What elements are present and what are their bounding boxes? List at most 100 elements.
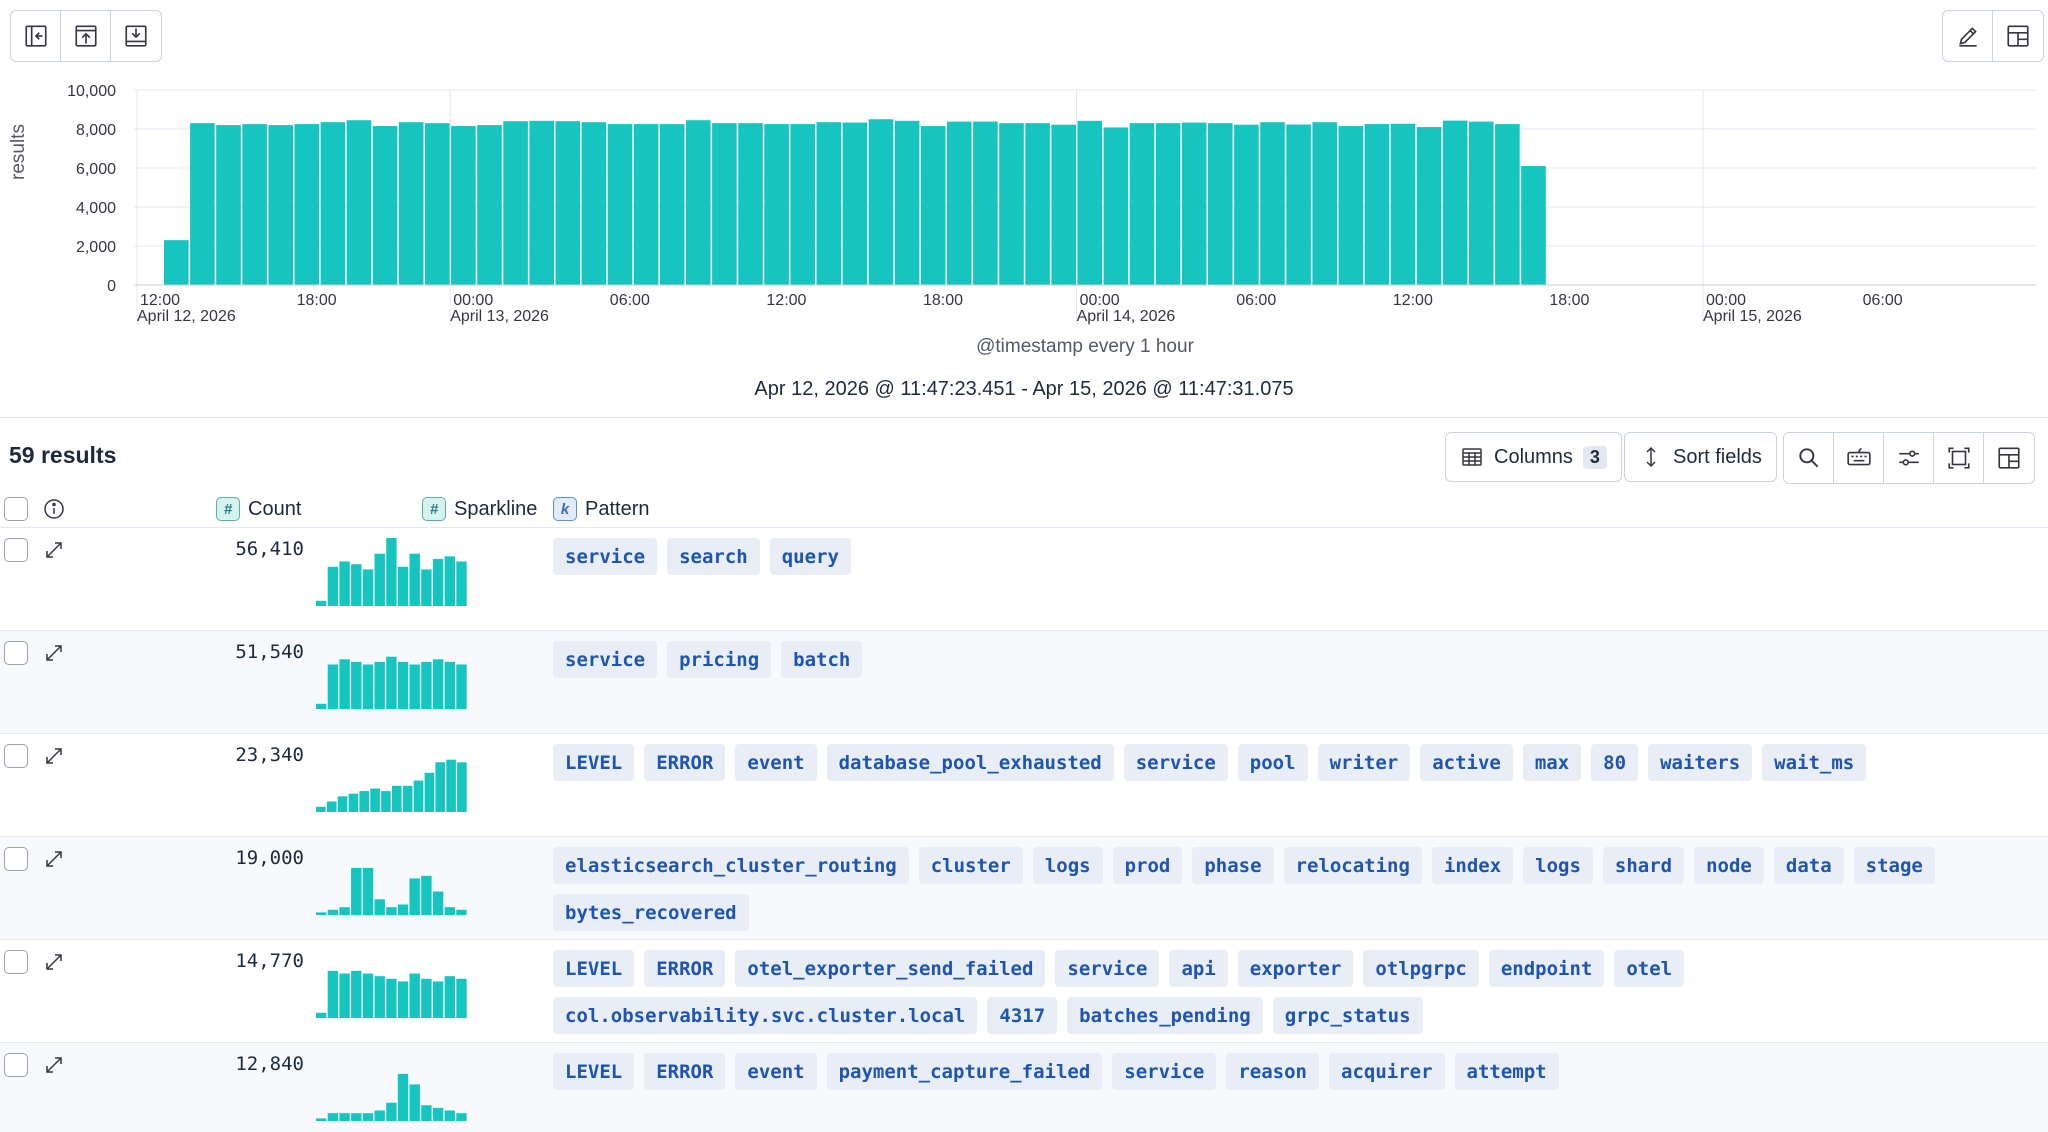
row-checkbox[interactable] — [4, 744, 28, 768]
sparkline-bar — [374, 899, 385, 915]
sparkline-header-label: Sparkline — [454, 497, 538, 520]
pattern-token: data — [1773, 847, 1844, 884]
pattern-token: LEVEL — [553, 950, 635, 987]
histogram-bar — [816, 122, 842, 285]
row-checkbox[interactable] — [4, 1053, 28, 1077]
sparkline-bar — [339, 907, 350, 915]
sparkline-bar — [444, 1110, 455, 1121]
pattern-token: cluster — [918, 847, 1023, 884]
expand-row-button[interactable] — [42, 1053, 66, 1077]
sparkline-bar — [397, 904, 409, 915]
row-checkbox[interactable] — [4, 847, 28, 871]
histogram-bar — [242, 124, 267, 285]
sparkline-bar — [444, 907, 455, 915]
expand-row-button[interactable] — [42, 538, 66, 562]
histogram-bar — [1286, 124, 1311, 285]
sort-fields-button[interactable]: Sort fields — [1624, 432, 1777, 482]
expand-row-button[interactable] — [42, 950, 66, 974]
histogram-bar — [1390, 123, 1416, 285]
display-options-icon — [1898, 450, 1919, 466]
row-checkbox[interactable] — [4, 641, 28, 665]
sparkline-bar — [386, 907, 397, 915]
histogram-bar — [555, 121, 581, 285]
row-checkbox[interactable] — [4, 950, 28, 974]
pattern-token: acquirer — [1329, 1053, 1445, 1090]
sparkline-bar — [316, 600, 327, 606]
pattern-tokens: service search query — [553, 538, 2033, 575]
grid-layout-button[interactable] — [1984, 433, 2034, 483]
histogram-bar — [607, 124, 633, 285]
sparkline-bar — [421, 569, 432, 606]
pattern-token: pricing — [667, 641, 772, 678]
sparkline-chart — [316, 538, 467, 606]
expand-icon — [46, 542, 62, 558]
pattern-token: otlpgrpc — [1363, 950, 1479, 987]
row-checkbox[interactable] — [4, 538, 28, 562]
row-count: 56,410 — [235, 538, 304, 560]
sparkline-bar — [432, 981, 444, 1018]
histogram-bar — [1155, 123, 1181, 286]
collapse-sidebar-icon — [24, 25, 47, 47]
histogram-bar — [686, 120, 711, 285]
pattern-column-header[interactable]: k Pattern — [553, 494, 649, 524]
table-row[interactable]: 12,840 LEVEL ERROR event payment_capture_fai… — [0, 1042, 2048, 1132]
sparkline-bar — [316, 1012, 327, 1018]
pattern-token: batch — [781, 641, 863, 678]
collapse-sidebar-button[interactable] — [11, 11, 61, 61]
pattern-token: payment_capture_failed — [826, 1053, 1103, 1090]
info-header[interactable] — [42, 494, 66, 524]
pattern-token: event — [735, 744, 817, 781]
grid-search-button[interactable] — [1784, 433, 1834, 483]
sparkline-chart — [316, 1073, 467, 1121]
select-all-checkbox[interactable] — [4, 497, 28, 521]
pattern-token: pool — [1237, 744, 1308, 781]
download-button[interactable] — [111, 11, 161, 61]
sparkline-bar — [432, 891, 444, 915]
expand-row-button[interactable] — [42, 641, 66, 665]
histogram-bar — [1260, 122, 1285, 285]
table-row[interactable]: 56,410 service search query — [0, 527, 2048, 630]
sparkline-bar — [348, 793, 359, 812]
table-icon — [1462, 448, 1482, 466]
x-tick-label: 12:00 — [1393, 292, 1433, 309]
histogram-bar — [1077, 120, 1103, 285]
sparkline-bar — [397, 981, 409, 1018]
sparkline-bar — [432, 659, 444, 709]
info-icon — [44, 499, 64, 519]
table-row[interactable]: 51,540 service pricing batch — [0, 630, 2048, 733]
sparkline-bar — [444, 976, 455, 1018]
histogram-bar — [1208, 123, 1233, 286]
chart-layout-button[interactable] — [1993, 11, 2043, 61]
count-column-header[interactable]: # Count — [216, 494, 301, 524]
table-row[interactable]: 23,340 LEVEL ERROR event database_pool_exhau… — [0, 733, 2048, 836]
sparkline-bar — [327, 1113, 339, 1121]
sparkline-bar — [351, 970, 362, 1018]
x-date-label: April 15, 2026 — [1703, 308, 1802, 325]
histogram-bar — [790, 124, 815, 285]
pattern-tokens: LEVEL ERROR event database_pool_exhausted se… — [553, 744, 2033, 781]
table-row[interactable]: 14,770 LEVEL ERROR otel_exporter_send_faile… — [0, 939, 2048, 1042]
sparkline-column-header[interactable]: # Sparkline — [422, 494, 537, 524]
pattern-header-label: Pattern — [585, 497, 650, 520]
sparkline-bar — [397, 566, 409, 606]
display-options-button[interactable] — [1884, 433, 1934, 483]
expand-row-button[interactable] — [42, 847, 66, 871]
x-tick-label: 18:00 — [297, 292, 337, 309]
histogram-bar — [1129, 123, 1155, 286]
expand-row-button[interactable] — [42, 744, 66, 768]
histogram-bar — [1442, 120, 1468, 285]
sparkline-bar — [327, 566, 339, 606]
histogram-bar — [1181, 122, 1207, 285]
columns-button[interactable]: Columns 3 — [1445, 432, 1622, 482]
pattern-token: relocating — [1283, 847, 1422, 884]
fullscreen-button[interactable] — [1934, 433, 1984, 483]
keyboard-shortcuts-button[interactable] — [1834, 433, 1884, 483]
table-row[interactable]: 19,000 elasticsearch_cluster_routing clust… — [0, 836, 2048, 939]
y-tick-label: 0 — [107, 278, 116, 295]
histogram-bar — [1051, 124, 1076, 286]
pattern-token: logs — [1032, 847, 1103, 884]
sparkline-bar — [435, 762, 445, 812]
edit-visualization-button[interactable] — [1943, 11, 1993, 61]
pattern-token: service — [1112, 1053, 1217, 1090]
export-button[interactable] — [61, 11, 111, 61]
